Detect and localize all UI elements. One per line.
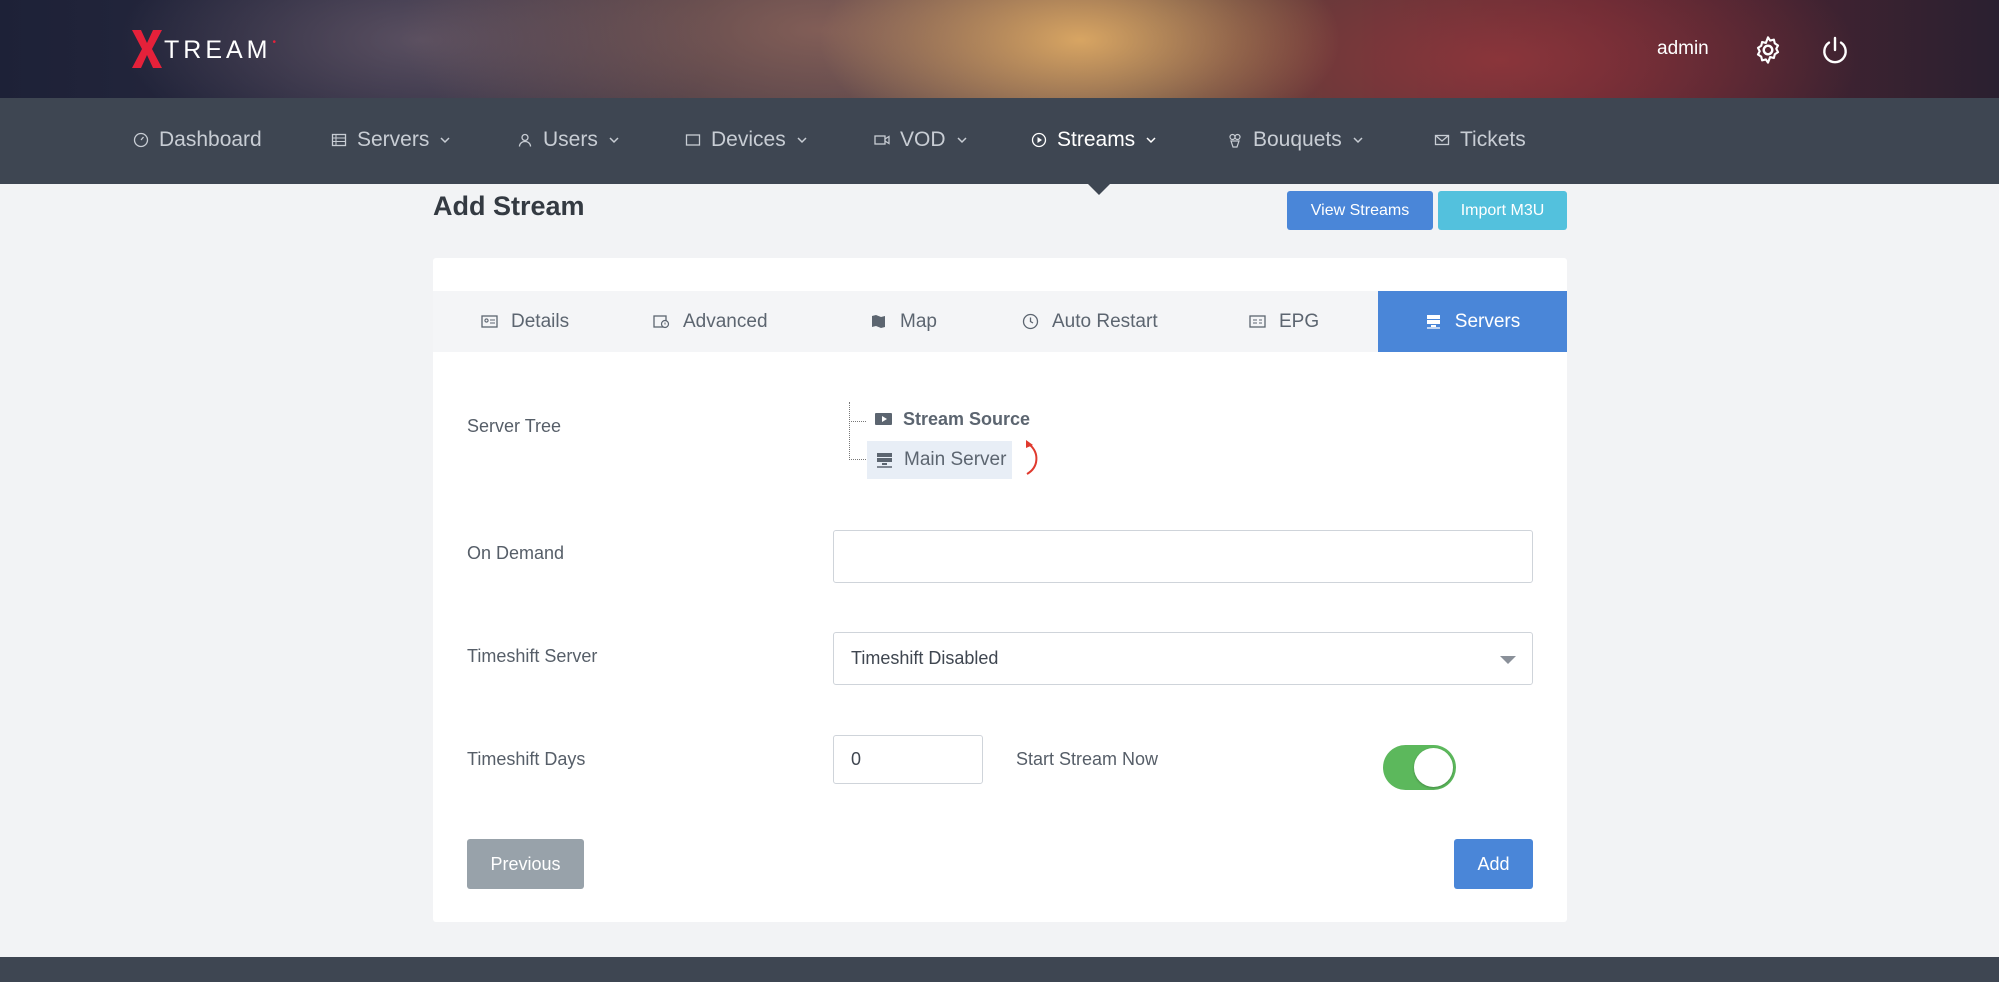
gear-icon[interactable] bbox=[1752, 34, 1784, 66]
nav-users[interactable]: Users bbox=[517, 128, 620, 152]
server-stack-icon bbox=[877, 452, 892, 468]
form-card bbox=[433, 258, 1567, 922]
nav-users-label: Users bbox=[543, 128, 598, 151]
start-stream-now-toggle[interactable] bbox=[1383, 745, 1456, 790]
map-icon bbox=[872, 315, 885, 328]
chevron-down-icon bbox=[440, 137, 450, 144]
toggle-knob bbox=[1414, 748, 1453, 787]
clock-icon bbox=[1022, 313, 1039, 330]
power-icon[interactable] bbox=[1819, 34, 1851, 66]
tv-guide-icon bbox=[1249, 315, 1266, 328]
server-stack-icon bbox=[1426, 315, 1440, 329]
nav-streams-label: Streams bbox=[1057, 128, 1136, 151]
nav-bouquets[interactable]: Bouquets bbox=[1227, 128, 1364, 152]
tree-node-stream-source[interactable]: Stream Source bbox=[874, 409, 1030, 430]
user-menu-label[interactable]: admin bbox=[1657, 38, 1709, 60]
tab-auto-restart-label: Auto Restart bbox=[1052, 310, 1158, 332]
tab-map-label: Map bbox=[900, 310, 937, 332]
active-nav-caret bbox=[1088, 184, 1110, 195]
tree-branch bbox=[849, 459, 866, 460]
chevron-down-icon bbox=[956, 137, 967, 144]
tab-servers[interactable]: Servers bbox=[1378, 291, 1567, 352]
tab-map[interactable]: Map bbox=[870, 291, 937, 352]
tab-servers-label: Servers bbox=[1454, 310, 1521, 332]
main-nav: Dashboard Servers Users Devices VOD Stre… bbox=[0, 98, 1999, 184]
top-header: TREAM • admin bbox=[0, 0, 1999, 98]
tab-epg[interactable]: EPG bbox=[1249, 291, 1319, 352]
user-icon bbox=[518, 133, 532, 147]
nav-dashboard[interactable]: Dashboard bbox=[133, 128, 262, 152]
view-streams-button[interactable]: View Streams bbox=[1287, 191, 1433, 230]
on-demand-label: On Demand bbox=[467, 543, 565, 563]
tree-node-stream-source-label: Stream Source bbox=[903, 409, 1031, 429]
tablet-icon bbox=[685, 134, 701, 146]
video-camera-icon bbox=[874, 135, 890, 145]
footer-bar bbox=[0, 957, 1999, 982]
envelope-icon bbox=[1434, 134, 1450, 146]
gauge-icon bbox=[133, 132, 149, 148]
on-demand-input[interactable] bbox=[833, 530, 1533, 583]
chevron-down-icon bbox=[1353, 137, 1363, 144]
server-tree-label: Server Tree bbox=[467, 416, 562, 436]
nav-servers[interactable]: Servers bbox=[331, 128, 451, 152]
timeshift-server-label: Timeshift Server bbox=[467, 646, 598, 666]
tab-advanced[interactable]: Advanced bbox=[653, 291, 768, 352]
nav-tickets-label: Tickets bbox=[1460, 128, 1526, 151]
tab-epg-label: EPG bbox=[1279, 310, 1320, 332]
nav-tickets[interactable]: Tickets bbox=[1434, 128, 1526, 152]
tab-details[interactable]: Details bbox=[481, 291, 569, 352]
timeshift-server-value: Timeshift Disabled bbox=[851, 648, 999, 668]
start-stream-now-label: Start Stream Now bbox=[1016, 749, 1159, 769]
timeshift-days-label: Timeshift Days bbox=[467, 749, 586, 769]
nav-devices-label: Devices bbox=[711, 128, 786, 151]
nav-dashboard-label: Dashboard bbox=[159, 128, 262, 151]
logo-x-mark bbox=[132, 30, 162, 68]
nav-vod-label: VOD bbox=[900, 128, 946, 151]
previous-button[interactable]: Previous bbox=[467, 839, 584, 889]
nav-vod[interactable]: VOD bbox=[874, 128, 968, 152]
curved-arrow-icon bbox=[1026, 440, 1038, 475]
play-circle-icon bbox=[1031, 132, 1047, 148]
tree-connector bbox=[849, 402, 850, 460]
nav-devices[interactable]: Devices bbox=[685, 128, 808, 152]
dropdown-arrow-icon bbox=[1500, 656, 1516, 664]
tab-auto-restart[interactable]: Auto Restart bbox=[1022, 291, 1158, 352]
tree-node-main-server-label: Main Server bbox=[904, 449, 1007, 470]
calendar-clock-icon bbox=[653, 315, 670, 329]
server-list-icon bbox=[331, 133, 347, 147]
page-title: Add Stream bbox=[433, 191, 585, 221]
timeshift-days-input[interactable]: 0 bbox=[833, 735, 983, 784]
tree-node-main-server[interactable]: Main Server bbox=[867, 441, 1013, 479]
nav-streams[interactable]: Streams bbox=[1031, 128, 1157, 152]
nav-bouquets-label: Bouquets bbox=[1253, 128, 1342, 151]
tab-advanced-label: Advanced bbox=[683, 310, 768, 332]
logo-text: TREAM bbox=[164, 35, 272, 64]
logo[interactable]: TREAM • bbox=[132, 30, 276, 68]
tab-details-label: Details bbox=[511, 310, 570, 332]
tree-branch bbox=[849, 421, 866, 422]
bouquet-icon bbox=[1229, 133, 1241, 148]
nav-servers-label: Servers bbox=[357, 128, 430, 151]
wizard-tabs: Details Advanced Map Auto Restart EPG Se… bbox=[433, 291, 1567, 352]
chevron-down-icon bbox=[1146, 137, 1156, 144]
id-card-icon bbox=[481, 315, 498, 328]
chevron-down-icon bbox=[609, 137, 619, 144]
chevron-down-icon bbox=[797, 137, 807, 144]
add-button[interactable]: Add bbox=[1454, 839, 1533, 889]
logo-dot: • bbox=[272, 36, 277, 48]
import-m3u-button[interactable]: Import M3U bbox=[1438, 191, 1567, 230]
monitor-play-icon bbox=[875, 413, 892, 425]
timeshift-server-select[interactable]: Timeshift Disabled bbox=[833, 632, 1533, 685]
